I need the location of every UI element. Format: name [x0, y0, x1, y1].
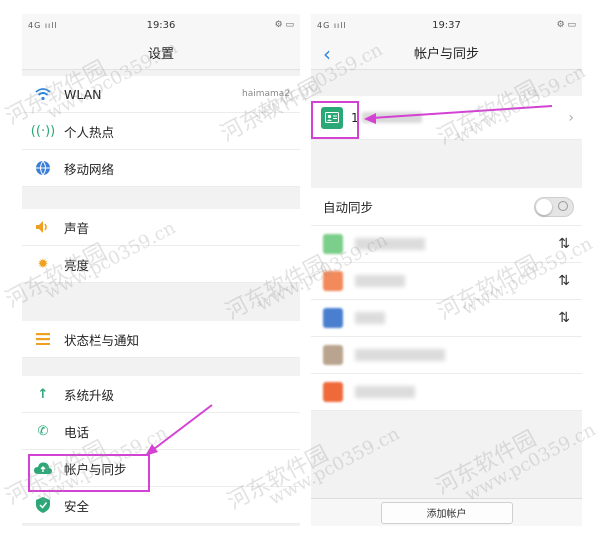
settings-group-notifications: 状态栏与通知: [22, 321, 300, 358]
settings-item-wlan[interactable]: WLAN haimama2: [22, 76, 300, 113]
settings-item-label: 个人热点: [64, 124, 115, 140]
menu-icon: [34, 330, 52, 348]
status-time: 19:36: [146, 19, 176, 31]
settings-item-label: 声音: [64, 220, 90, 236]
sun-icon: ✹: [37, 256, 49, 272]
add-account-button[interactable]: 添加帐户: [380, 501, 513, 524]
auto-sync-row: 自动同步: [311, 188, 582, 226]
wifi-icon: [34, 85, 52, 103]
page-title: 帐户与同步: [413, 47, 479, 62]
settings-item-phone[interactable]: ✆ 电话: [22, 413, 300, 450]
settings-item-label: 亮度: [64, 257, 90, 273]
settings-item-statusbar[interactable]: 状态栏与通知: [22, 321, 300, 358]
service-icon: [323, 382, 343, 402]
settings-item-label: WLAN: [64, 86, 102, 102]
service-icon: [323, 345, 343, 365]
auto-sync-toggle[interactable]: [534, 196, 574, 217]
settings-item-sound[interactable]: 声音: [22, 209, 300, 246]
sync-service-item[interactable]: ⇅: [311, 263, 582, 300]
toggle-knob: [536, 198, 552, 215]
service-label-masked: [355, 386, 415, 398]
service-label-masked: [355, 349, 445, 361]
hotspot-icon: ((·)): [30, 123, 56, 139]
wlan-network-name: haimama2: [241, 89, 290, 99]
settings-item-label: 状态栏与通知: [64, 332, 140, 348]
service-label-masked: [355, 275, 405, 287]
sync-icon: ⇅: [558, 273, 570, 289]
settings-item-label: 系统升级: [64, 387, 115, 403]
sync-service-item[interactable]: ⇅: [311, 300, 582, 337]
settings-item-system-update[interactable]: ↑ 系统升级: [22, 376, 300, 413]
highlight-box-account: [311, 101, 359, 139]
back-arrow-icon[interactable]: ‹: [323, 42, 331, 66]
service-label-masked: [355, 238, 425, 250]
settings-item-hotspot[interactable]: ((·)) 个人热点: [22, 113, 300, 150]
settings-screen: 4G ııll 19:36 ⚙ ▭ 设置 WLAN haimama2 ((·))…: [22, 14, 300, 526]
sync-icon: ⇅: [558, 236, 570, 252]
sync-service-item[interactable]: ⇅: [311, 226, 582, 263]
settings-item-security[interactable]: 安全: [22, 487, 300, 524]
settings-item-label: 电话: [64, 424, 90, 440]
sync-icon: ⇅: [558, 310, 570, 326]
service-icon: [323, 308, 343, 328]
settings-item-label: 移动网络: [64, 161, 115, 177]
settings-item-brightness[interactable]: ✹ 亮度: [22, 246, 300, 283]
chevron-right-icon: ›: [568, 109, 574, 126]
settings-group-sound: 声音 ✹ 亮度: [22, 209, 300, 283]
arrow-up-icon: ↑: [37, 386, 49, 402]
phone-icon: ✆: [37, 423, 49, 439]
toggle-off-indicator: [558, 200, 568, 211]
bottom-bar: 添加帐户: [311, 498, 582, 526]
globe-icon: [34, 159, 52, 177]
status-time: 19:37: [432, 19, 461, 31]
page-header: ‹ 帐户与同步: [311, 36, 582, 70]
highlight-box-accounts-sync: [28, 454, 150, 492]
page-title: 设置: [22, 36, 300, 70]
sync-service-item[interactable]: [311, 337, 582, 374]
status-bar: 4G ııll 19:36 ⚙ ▭: [22, 14, 300, 36]
settings-group-network: WLAN haimama2 ((·)) 个人热点 移动网络: [22, 76, 300, 187]
service-icon: [323, 271, 343, 291]
settings-group-system: ↑ 系统升级 ✆ 电话 帐户与同步 安全: [22, 376, 300, 524]
account-number-masked: [361, 112, 422, 123]
auto-sync-label: 自动同步: [323, 200, 374, 215]
service-label-masked: [355, 312, 385, 324]
status-bar: 4G ııll 19:37 ⚙ ▭: [311, 14, 582, 36]
shield-icon: [34, 496, 52, 514]
settings-item-label: 安全: [64, 498, 90, 514]
accounts-sync-screen: 4G ııll 19:37 ⚙ ▭ ‹ 帐户与同步 1 › 自动同步 ⇅ ⇅ ⇅…: [311, 14, 582, 526]
service-icon: [323, 234, 343, 254]
speaker-icon: [34, 218, 52, 236]
settings-item-mobile-network[interactable]: 移动网络: [22, 150, 300, 187]
sync-service-item[interactable]: [311, 374, 582, 411]
